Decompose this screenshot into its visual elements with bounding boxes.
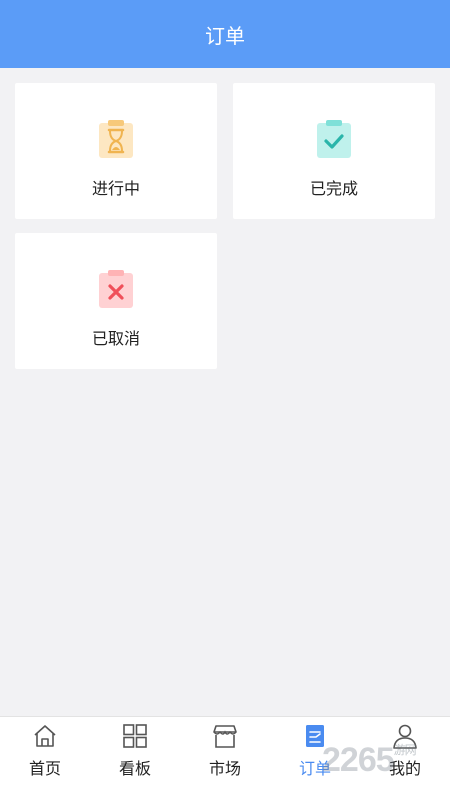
store-icon — [213, 725, 237, 748]
user-icon — [393, 724, 417, 749]
hourglass-clipboard-icon — [99, 120, 133, 158]
tab-label: 我的 — [388, 759, 421, 778]
tab-profile[interactable]: 我的 — [360, 717, 450, 801]
card-label: 已取消 — [91, 329, 140, 348]
check-clipboard-icon — [317, 120, 351, 158]
order-card-in-progress[interactable]: 进行中 — [15, 83, 217, 219]
tab-label: 市场 — [208, 759, 241, 778]
card-label: 进行中 — [91, 179, 140, 198]
cancel-clipboard-icon — [99, 270, 133, 308]
home-icon — [34, 725, 56, 747]
order-card-cancelled[interactable]: 已取消 — [15, 233, 217, 369]
tab-dashboard[interactable]: 看板 — [90, 717, 180, 801]
order-card-completed[interactable]: 已完成 — [233, 83, 435, 219]
tab-label: 订单 — [298, 759, 331, 778]
order-icon — [306, 725, 324, 747]
tab-label: 看板 — [118, 759, 151, 778]
page-title: 订单 — [205, 23, 245, 48]
card-label: 已完成 — [309, 179, 358, 198]
tab-orders[interactable]: 订单 — [270, 717, 360, 801]
tab-label: 首页 — [28, 759, 61, 778]
app-header: 订单 — [0, 0, 450, 68]
grid-icon — [123, 724, 147, 748]
tab-market[interactable]: 市场 — [180, 717, 270, 801]
bottom-tab-bar: 首页 看板 市场 订单 我的 — [0, 716, 450, 801]
tab-home[interactable]: 首页 — [0, 717, 90, 801]
